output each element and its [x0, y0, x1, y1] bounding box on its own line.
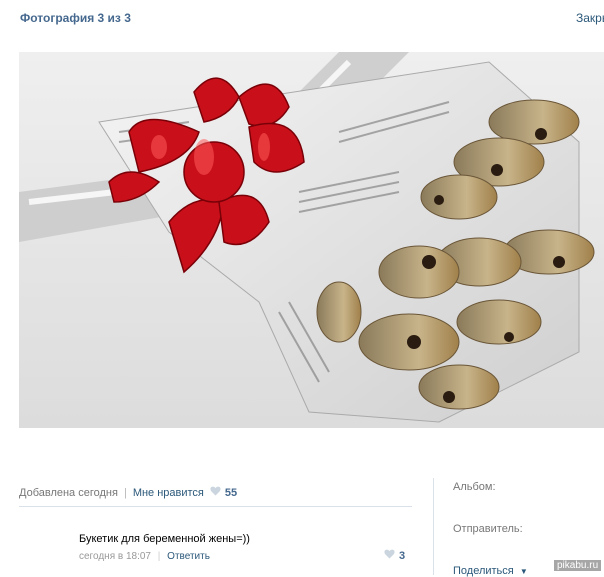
comment-text: Букетик для беременной жены=)) — [79, 533, 250, 545]
comment-time: сегодня в 18:07 — [79, 551, 151, 562]
close-link[interactable]: Закрыть — [576, 11, 604, 25]
photo-viewer-image[interactable] — [19, 52, 604, 428]
comments-divider — [19, 506, 412, 507]
sidebar-divider — [433, 478, 434, 575]
share-label: Поделиться — [453, 565, 514, 577]
share-dropdown[interactable]: Поделиться ▼ — [453, 565, 528, 577]
heart-icon[interactable] — [210, 486, 221, 499]
comment-heart-icon — [384, 549, 395, 562]
comment-like-button[interactable]: 3 — [384, 549, 405, 562]
comment-like-count: 3 — [399, 549, 406, 562]
comment-meta: сегодня в 18:07 | Ответить — [79, 551, 210, 562]
photo-counter-title: Фотография 3 из 3 — [20, 11, 131, 25]
like-button[interactable]: Мне нравится — [133, 487, 204, 499]
reply-link[interactable]: Ответить — [167, 551, 210, 562]
watermark-text: pikabu.ru — [554, 560, 602, 571]
fish-bouquet-picture — [19, 52, 604, 428]
sender-label: Отправитель: — [453, 523, 523, 535]
photo-meta-row: Добавлена сегодня | Мне нравится 55 — [19, 486, 237, 499]
comment-meta-separator: | — [157, 551, 161, 562]
added-date-text: Добавлена сегодня — [19, 486, 118, 499]
meta-separator: | — [123, 486, 127, 499]
album-label: Альбом: — [453, 481, 496, 493]
like-count: 55 — [224, 486, 238, 499]
